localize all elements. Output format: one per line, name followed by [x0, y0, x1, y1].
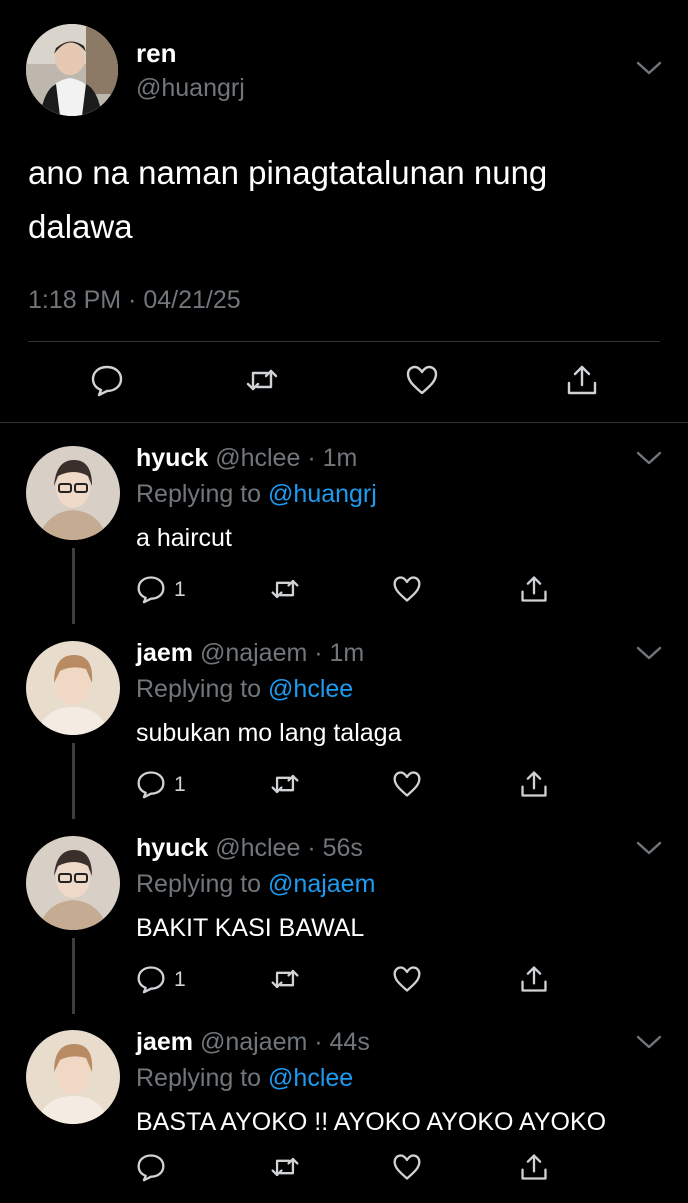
- share-icon[interactable]: [519, 769, 549, 799]
- username[interactable]: @hclee: [215, 444, 300, 472]
- avatar[interactable]: [26, 446, 120, 540]
- reply-actions: 1: [136, 769, 566, 803]
- reply-header: jaem @najaem · 1m: [136, 639, 364, 668]
- display-name[interactable]: jaem: [136, 1028, 193, 1056]
- reply-actions: 1: [136, 964, 566, 998]
- retweet-icon[interactable]: [245, 363, 279, 397]
- retweet-icon[interactable]: [270, 769, 300, 799]
- mention-link[interactable]: @hclee: [268, 1064, 353, 1092]
- reply-count: 1: [174, 578, 186, 601]
- display-name[interactable]: jaem: [136, 639, 193, 667]
- username[interactable]: @huangrj: [136, 74, 245, 103]
- reply-age: 1m: [329, 639, 365, 667]
- username[interactable]: @najaem: [200, 639, 307, 667]
- replying-to-label: Replying to: [136, 1064, 269, 1092]
- retweet-icon[interactable]: [270, 574, 300, 604]
- avatar[interactable]: [26, 641, 120, 735]
- reply-tweet: hyuck @hclee · 1m Replying to @huangrj a…: [0, 424, 688, 624]
- reply-icon[interactable]: [136, 964, 166, 994]
- reply-icon[interactable]: [136, 1152, 166, 1182]
- dot-separator: ·: [121, 286, 144, 314]
- username[interactable]: @hclee: [215, 834, 300, 862]
- avatar[interactable]: [26, 24, 118, 116]
- reply-actions: 1: [136, 574, 566, 608]
- chevron-down-icon[interactable]: [636, 645, 662, 661]
- reply-actions: [136, 1152, 566, 1186]
- like-icon[interactable]: [405, 363, 439, 397]
- share-icon[interactable]: [519, 574, 549, 604]
- like-icon[interactable]: [392, 964, 422, 994]
- replying-to-label: Replying to: [136, 480, 269, 508]
- thread-line: [72, 938, 75, 1014]
- reply-icon[interactable]: [90, 363, 124, 397]
- divider: [28, 341, 660, 342]
- chevron-down-icon[interactable]: [636, 1034, 662, 1050]
- main-tweet: ren @huangrj ano na naman pinagtatalunan…: [0, 0, 688, 423]
- reply-tweet: jaem @najaem · 44s Replying to @hclee BA…: [0, 1008, 688, 1203]
- replying-to: Replying to @hclee: [136, 675, 353, 704]
- avatar[interactable]: [26, 1030, 120, 1124]
- reply-header: jaem @najaem · 44s: [136, 1028, 370, 1057]
- reply-header: hyuck @hclee · 1m: [136, 444, 357, 473]
- time: 1:18 PM: [28, 286, 122, 314]
- reply-text: BAKIT KASI BAWAL: [136, 914, 365, 942]
- retweet-icon[interactable]: [270, 1152, 300, 1182]
- reply-header: hyuck @hclee · 56s: [136, 834, 363, 863]
- dot-separator: ·: [300, 834, 323, 862]
- username[interactable]: @najaem: [200, 1028, 307, 1056]
- dot-separator: ·: [300, 444, 323, 472]
- reply-icon[interactable]: [136, 769, 166, 799]
- replying-to: Replying to @huangrj: [136, 480, 377, 509]
- reply-count: 1: [174, 968, 186, 991]
- share-icon[interactable]: [519, 1152, 549, 1182]
- thread-line: [72, 743, 75, 819]
- reply-tweet: hyuck @hclee · 56s Replying to @najaem B…: [0, 814, 688, 1014]
- reply-age: 44s: [329, 1028, 370, 1056]
- reply-count: 1: [174, 773, 186, 796]
- retweet-icon[interactable]: [270, 964, 300, 994]
- timestamp: 1:18 PM · 04/21/25: [28, 286, 241, 315]
- share-icon[interactable]: [519, 964, 549, 994]
- dot-separator: ·: [307, 1028, 330, 1056]
- mention-link[interactable]: @huangrj: [268, 480, 377, 508]
- chevron-down-icon[interactable]: [636, 840, 662, 856]
- chevron-down-icon[interactable]: [636, 450, 662, 466]
- avatar[interactable]: [26, 836, 120, 930]
- dot-separator: ·: [307, 639, 330, 667]
- mention-link[interactable]: @najaem: [268, 870, 375, 898]
- thread-line: [72, 548, 75, 624]
- chevron-down-icon[interactable]: [636, 60, 662, 76]
- tweet-text: ano na naman pinagtatalunan nung dalawa: [28, 154, 548, 245]
- reply-age: 56s: [322, 834, 363, 862]
- mention-link[interactable]: @hclee: [268, 675, 353, 703]
- display-name[interactable]: hyuck: [136, 834, 208, 862]
- reply-text: BASTA AYOKO !! AYOKO AYOKO AYOKO: [136, 1108, 607, 1136]
- like-icon[interactable]: [392, 1152, 422, 1182]
- replying-to-label: Replying to: [136, 870, 269, 898]
- reply-text: subukan mo lang talaga: [136, 719, 402, 747]
- reply-text: a haircut: [136, 524, 232, 552]
- reply-tweet: jaem @najaem · 1m Replying to @hclee sub…: [0, 619, 688, 819]
- reply-age: 1m: [322, 444, 358, 472]
- date: 04/21/25: [143, 286, 241, 314]
- replying-to: Replying to @hclee: [136, 1064, 353, 1093]
- replying-to: Replying to @najaem: [136, 870, 375, 899]
- display-name[interactable]: ren: [136, 38, 176, 69]
- like-icon[interactable]: [392, 574, 422, 604]
- share-icon[interactable]: [565, 363, 599, 397]
- replying-to-label: Replying to: [136, 675, 269, 703]
- display-name[interactable]: hyuck: [136, 444, 208, 472]
- like-icon[interactable]: [392, 769, 422, 799]
- reply-icon[interactable]: [136, 574, 166, 604]
